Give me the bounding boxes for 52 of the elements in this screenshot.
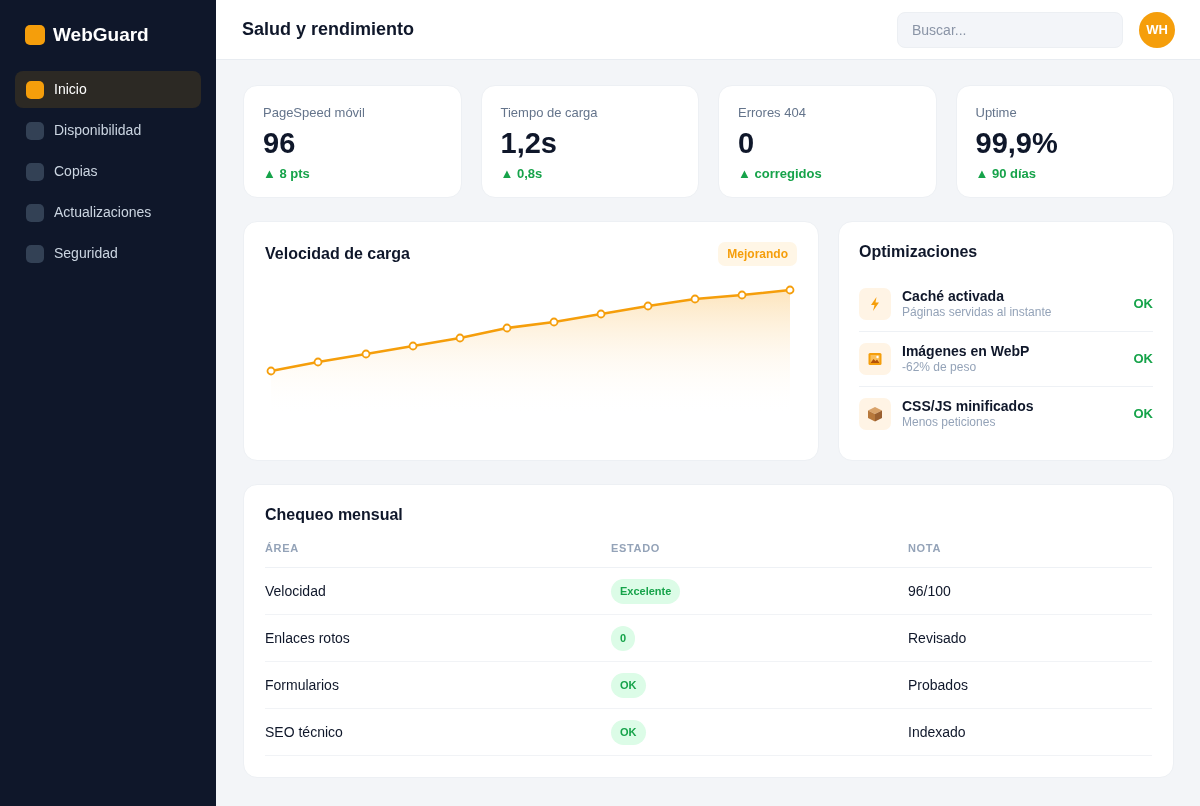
card-title: Chequeo mensual (265, 505, 404, 525)
table-cell: Revisado (908, 630, 967, 646)
nav-item[interactable]: Disponibilidad (15, 112, 201, 149)
logo-text: WebGuard (53, 25, 149, 45)
stat-value: 99,9% (975, 126, 1059, 160)
item-subtitle: Páginas servidas al instante (902, 305, 1053, 320)
search-field[interactable]: Buscar... (897, 11, 1123, 48)
stat-delta: ▲ corregidos (738, 165, 823, 182)
stat-value: 0 (738, 126, 756, 160)
nav-item[interactable]: Inicio (15, 71, 201, 108)
item-title: Caché activada (902, 288, 1005, 305)
stat-label: Errores 404 (738, 104, 807, 121)
item-subtitle: Menos peticiones (902, 415, 997, 430)
column-header: ÁREA (265, 542, 299, 554)
status-text: OK (1133, 295, 1153, 314)
stat-label: PageSpeed móvil (263, 104, 366, 121)
stat-label: Tiempo de carga (500, 104, 599, 121)
stat-delta: ▲ 0,8s (500, 165, 544, 182)
table-cell: 96/100 (908, 583, 951, 599)
status-text: OK (1133, 405, 1153, 424)
stat-label: Uptime (975, 104, 1018, 121)
table-cell: Formularios (265, 677, 339, 693)
stat-delta: ▲ 90 días (975, 165, 1038, 182)
item-title: Imágenes en WebP (902, 343, 1031, 360)
status-badge: 0 (611, 626, 636, 651)
table-cell: Velocidad (265, 583, 326, 599)
trend-badge: Mejorando (718, 242, 797, 266)
column-header: ESTADO (611, 542, 660, 554)
nav-item[interactable]: Actualizaciones (15, 194, 201, 231)
status-text: OK (1133, 350, 1153, 369)
status-badge: OK (611, 673, 646, 698)
status-badge: Excelente (611, 579, 681, 604)
item-title: CSS/JS minificados (902, 398, 1035, 415)
card-title: Optimizaciones (859, 242, 979, 262)
column-header: NOTA (908, 542, 941, 554)
table-cell: SEO técnico (265, 724, 343, 740)
nav-item[interactable]: Seguridad (15, 235, 201, 272)
table-cell: Indexado (908, 724, 966, 740)
logo-icon (25, 25, 45, 45)
card-title: Velocidad de carga (265, 244, 410, 264)
nav-item[interactable]: Copias (15, 153, 201, 190)
stat-value: 96 (263, 126, 297, 160)
stat-value: 1,2s (500, 126, 558, 160)
page-title: Salud y rendimiento (242, 18, 416, 41)
table-cell: Enlaces rotos (265, 630, 350, 646)
status-badge: OK (611, 720, 646, 745)
picture-icon (859, 343, 891, 375)
item-subtitle: -62% de peso (902, 360, 978, 375)
table-cell: Probados (908, 677, 968, 693)
box-icon (859, 398, 891, 430)
lightning-icon (859, 288, 891, 320)
stat-delta: ▲ 8 pts (263, 165, 311, 182)
